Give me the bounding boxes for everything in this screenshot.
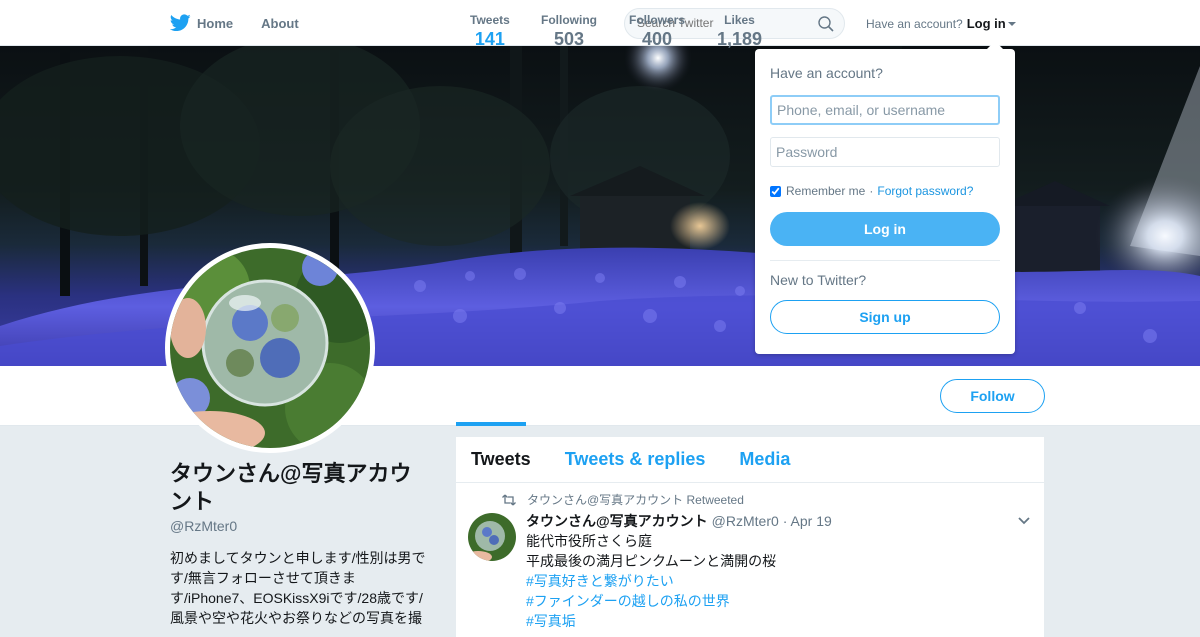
timeline: Tweets Tweets & replies Media タウンさん@写真アカ… — [456, 437, 1044, 637]
stat-followers-value: 400 — [641, 29, 673, 49]
dropdown-arrow — [987, 41, 1003, 49]
follow-button[interactable]: Follow — [940, 379, 1045, 413]
retweet-context: タウンさん@写真アカウント Retweeted — [502, 491, 744, 508]
forgot-password-link[interactable]: Forgot password? — [877, 184, 973, 198]
login-button[interactable]: Log in — [770, 212, 1000, 246]
stat-followers[interactable]: Followers 400 — [629, 13, 685, 50]
retweet-context-label[interactable]: タウンさん@写真アカウント Retweeted — [527, 491, 744, 508]
stat-likes[interactable]: Likes 1,189 — [717, 13, 762, 50]
tweet-text-line: 平成最後の満月ピンクムーンと満開の桜 — [526, 553, 777, 569]
tweet-text-line: 能代市役所さくら庭 — [526, 533, 652, 549]
remember-checkbox[interactable] — [770, 185, 781, 197]
login-dropdown: Have an account? Remember me · Forgot pa… — [755, 41, 1015, 354]
profile-avatar[interactable] — [165, 243, 375, 453]
tab-tweets-replies[interactable]: Tweets & replies — [565, 449, 706, 470]
login-toggle-label: Log in — [966, 16, 1006, 31]
login-dropdown-title: Have an account? — [770, 65, 883, 81]
stat-tweets[interactable]: Tweets 141 — [470, 13, 510, 50]
stat-likes-value: 1,189 — [717, 29, 763, 49]
tab-media[interactable]: Media — [739, 449, 790, 470]
tweet-hashtag[interactable]: #ファインダーの越しの私の世界 — [526, 591, 776, 611]
stat-following[interactable]: Following 503 — [541, 13, 597, 50]
tweet-hashtag[interactable]: #写真好きと繋がりたい — [526, 571, 776, 591]
nav-home-label: Home — [197, 15, 234, 31]
tweet-fullname[interactable]: タウンさん@写真アカウント — [526, 511, 708, 531]
remember-label[interactable]: Remember me — [786, 184, 865, 198]
profile-name: タウンさん@写真アカウント — [170, 461, 412, 514]
password-input[interactable] — [770, 137, 1000, 167]
stat-tweets-label: Tweets — [470, 13, 510, 27]
signup-button[interactable]: Sign up — [770, 300, 1000, 334]
active-stat-underline — [456, 422, 526, 426]
profile-bio: 初めましてタウンと申します/性別は男です/無言フォローさせて頂きます/iPhon… — [170, 550, 426, 626]
chevron-down-icon[interactable] — [1018, 517, 1030, 525]
twitter-bird-icon — [170, 14, 191, 32]
nav-home[interactable]: Home — [170, 14, 233, 32]
tweet-timestamp[interactable]: · Apr 19 — [783, 513, 832, 529]
tweet-avatar[interactable] — [468, 513, 516, 561]
tweet-text: 能代市役所さくら庭 平成最後の満月ピンクムーンと満開の桜 #写真好きと繋がりたい… — [526, 531, 776, 631]
nav-about-label: About — [261, 15, 299, 31]
stat-followers-label: Followers — [629, 13, 686, 27]
remember-separator: · — [869, 184, 874, 198]
nav-left: Home About — [170, 0, 327, 46]
tweet-hashtag[interactable]: #写真垢 — [526, 611, 776, 631]
caret-down-icon — [1007, 21, 1016, 26]
account-prompt: Have an account? — [866, 16, 963, 31]
login-dropdown-toggle[interactable]: Log in — [967, 16, 1016, 31]
stat-likes-label: Likes — [724, 13, 755, 27]
top-nav-bar: Home About Have an account? Log in — [0, 0, 1200, 46]
search-icon[interactable] — [818, 16, 834, 32]
nav-about[interactable]: About — [261, 16, 299, 31]
profile-handle[interactable]: @RzMter0 — [170, 518, 237, 534]
stat-following-label: Following — [541, 13, 597, 27]
account-area: Have an account? Log in — [866, 16, 1016, 31]
avatar-image — [170, 248, 370, 448]
tweet-avatar-image — [468, 513, 516, 561]
dropdown-divider — [770, 260, 1000, 261]
new-to-twitter-prompt: New to Twitter? — [770, 272, 867, 288]
stat-following-value: 503 — [553, 29, 585, 49]
timeline-tabs: Tweets Tweets & replies Media — [456, 437, 1044, 483]
tweet-username[interactable]: @RzMter0 — [712, 513, 779, 529]
stat-tweets-value: 141 — [474, 29, 505, 49]
tweet-header: タウンさん@写真アカウント @RzMter0 · Apr 19 — [526, 511, 832, 531]
username-input[interactable] — [770, 95, 1000, 125]
remember-row: Remember me · Forgot password? — [770, 184, 973, 198]
tab-tweets[interactable]: Tweets — [471, 449, 531, 470]
retweet-icon — [502, 494, 516, 505]
